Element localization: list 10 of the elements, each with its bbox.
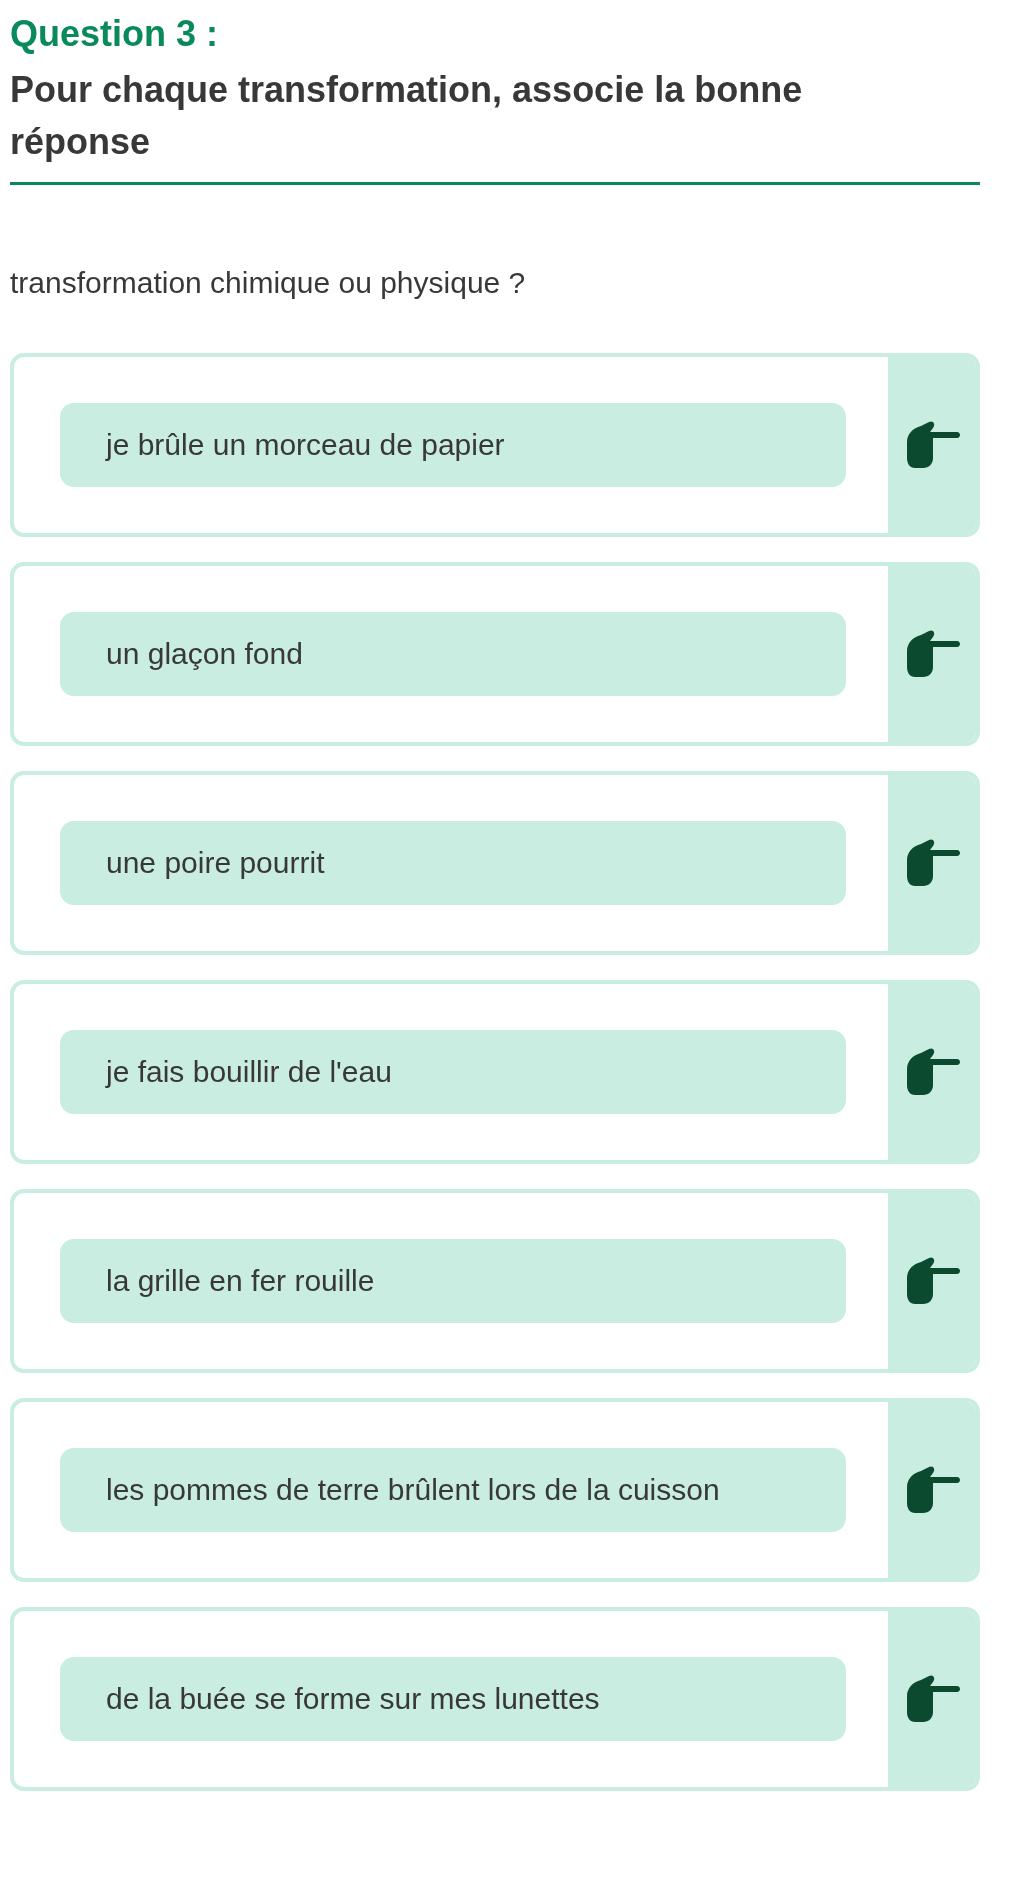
statement-chip[interactable]: je brûle un morceau de papier bbox=[60, 403, 846, 487]
instruction-heading: Pour chaque transformation, associe la bonne réponse bbox=[10, 68, 804, 164]
statement-chip[interactable]: les pommes de terre brûlent lors de la cuisson bbox=[60, 1448, 846, 1532]
statement-chip[interactable]: une poire pourrit bbox=[60, 821, 846, 905]
statement-chip[interactable]: je fais bouillir de l'eau bbox=[60, 1030, 846, 1114]
statement-chip[interactable]: la grille en fer rouille bbox=[60, 1239, 846, 1323]
question-label: Question 3 : bbox=[10, 12, 219, 56]
prompt-text: transformation chimique ou physique ? bbox=[10, 265, 526, 301]
statement-chip[interactable]: un glaçon fond bbox=[60, 612, 846, 696]
statement-chip[interactable]: de la buée se forme sur mes lunettes bbox=[60, 1657, 846, 1741]
